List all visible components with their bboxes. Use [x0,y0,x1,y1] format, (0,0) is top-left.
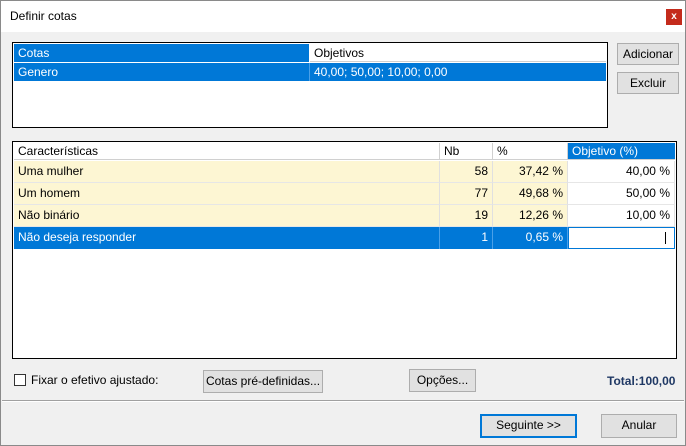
next-button[interactable]: Seguinte >> [480,414,577,438]
characteristic-label: Uma mulher [14,161,440,183]
objective-edit-field[interactable] [568,227,675,249]
table-row[interactable]: Uma mulher 58 37,42 % 40,00 % [14,161,675,183]
add-button[interactable]: Adicionar [617,43,679,65]
fix-adjusted-count-checkbox[interactable] [14,374,26,386]
quota-row-genero[interactable]: Genero 40,00; 50,00; 10,00; 0,00 [14,63,606,81]
quota-objectives-cell[interactable]: 40,00; 50,00; 10,00; 0,00 [310,63,606,81]
table-row-selected[interactable]: Não deseja responder 1 0,65 % [14,227,675,249]
quotas-grid: Cotas Objetivos Genero 40,00; 50,00; 10,… [12,42,608,128]
percent-cell: 37,42 % [493,161,568,183]
nb-cell: 58 [440,161,493,183]
characteristics-column-header[interactable]: Características [14,143,440,159]
options-button[interactable]: Opções... [409,369,476,392]
objective-cell[interactable]: 50,00 % [568,183,675,205]
footer-separator-highlight [2,401,684,402]
characteristic-label: Não binário [14,205,440,227]
percent-cell: 0,65 % [493,227,568,249]
define-quotas-dialog: Definir cotas x Cotas Objetivos Genero 4… [0,0,686,446]
fix-adjusted-count-label: Fixar o efetivo ajustado: [31,373,159,387]
table-row[interactable]: Um homem 77 49,68 % 50,00 % [14,183,675,205]
close-icon[interactable]: x [666,9,682,25]
total-value: 100,00 [638,374,676,388]
objective-cell[interactable]: 10,00 % [568,205,675,227]
nb-cell: 1 [440,227,493,249]
characteristics-grid: Características Nb % Objetivo (%) Uma mu… [12,141,677,359]
percent-cell: 49,68 % [493,183,568,205]
nb-cell: 77 [440,183,493,205]
percent-cell: 12,26 % [493,205,568,227]
characteristic-label: Não deseja responder [14,227,440,249]
table-row[interactable]: Não binário 19 12,26 % 10,00 % [14,205,675,227]
cancel-button[interactable]: Anular [601,414,677,438]
total-display: Total:100,00 [607,374,675,388]
objective-column-header[interactable]: Objetivo (%) [568,143,675,159]
delete-button[interactable]: Excluir [617,72,679,94]
total-label: Total: [607,374,639,388]
objective-cell[interactable]: 40,00 % [568,161,675,183]
quotas-column-header[interactable]: Cotas [14,44,310,62]
title-bar: Definir cotas x [1,1,685,32]
percent-column-header[interactable]: % [493,143,568,159]
nb-column-header[interactable]: Nb [440,143,493,159]
quota-name-cell[interactable]: Genero [14,63,310,81]
predefined-quotas-button[interactable]: Cotas pré-definidas... [203,370,323,393]
text-caret [665,232,666,244]
characteristic-label: Um homem [14,183,440,205]
nb-cell: 19 [440,205,493,227]
objectives-column-header[interactable]: Objetivos [310,44,606,62]
window-title: Definir cotas [10,9,77,23]
quotas-grid-header: Cotas Objetivos [14,44,606,62]
characteristics-grid-header: Características Nb % Objetivo (%) [14,143,675,160]
